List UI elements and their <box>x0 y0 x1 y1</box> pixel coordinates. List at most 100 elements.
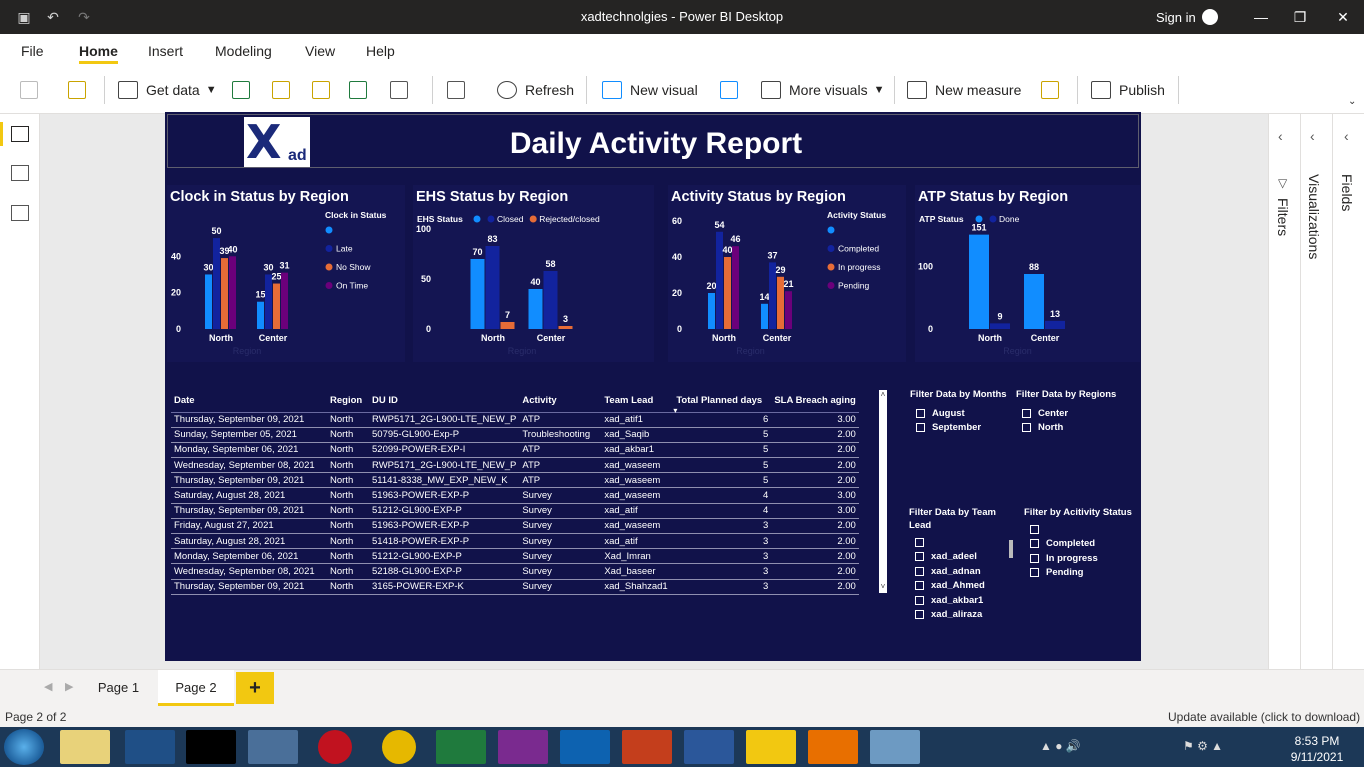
dataset-icon[interactable] <box>272 81 290 99</box>
restore-icon[interactable]: ❐ <box>1285 6 1315 28</box>
table-row[interactable]: Monday, September 06, 2021 North 51212-GL9… <box>171 548 859 565</box>
bar[interactable] <box>761 303 768 329</box>
column-header[interactable]: Date <box>171 390 327 413</box>
dataflow-icon[interactable] <box>312 81 330 99</box>
checkbox[interactable] <box>916 408 925 418</box>
legend-marker[interactable] <box>975 215 983 223</box>
slicer-scrollbar[interactable] <box>1009 540 1013 558</box>
tab-home[interactable]: Home <box>79 43 118 59</box>
text-box-icon[interactable] <box>720 81 738 99</box>
bar[interactable] <box>1024 274 1044 329</box>
slicer-item[interactable] <box>915 535 1020 550</box>
excel-icon[interactable] <box>436 730 486 764</box>
quick-measure-icon[interactable] <box>1041 81 1059 99</box>
checkbox[interactable] <box>1030 553 1039 563</box>
bar[interactable] <box>990 323 1010 329</box>
table-row[interactable]: Saturday, August 28, 2021 North 51418-POWE… <box>171 533 859 550</box>
bluetooth-icon[interactable] <box>125 730 175 764</box>
chevron-right-icon[interactable]: ▶ <box>65 680 73 693</box>
chevron-left-icon[interactable]: ◀ <box>44 680 52 693</box>
bar[interactable] <box>785 291 792 329</box>
bar[interactable] <box>732 246 739 329</box>
new-visual-button[interactable]: New visual <box>602 80 698 100</box>
bar[interactable] <box>528 289 543 329</box>
report-view-icon[interactable] <box>11 126 29 142</box>
chevron-left-icon[interactable]: ‹ <box>1310 128 1315 144</box>
bar[interactable] <box>281 272 288 329</box>
legend-marker[interactable] <box>827 263 835 271</box>
legend-marker[interactable] <box>325 263 333 271</box>
legend-marker[interactable] <box>827 226 835 234</box>
opera-icon[interactable] <box>318 730 352 764</box>
enter-data-icon[interactable] <box>349 81 367 99</box>
tab-view[interactable]: View <box>305 43 335 59</box>
table-row[interactable]: Sunday, September 05, 2021 North 50795-GL9… <box>171 427 859 443</box>
legend-marker[interactable] <box>827 282 835 289</box>
tab-insert[interactable]: Insert <box>148 43 183 59</box>
chevron-up-icon[interactable]: ˄ <box>879 390 887 400</box>
tab-file[interactable]: File <box>21 43 44 59</box>
bar[interactable] <box>257 301 264 329</box>
terminal-icon[interactable] <box>186 730 236 764</box>
page-tab[interactable]: Page 1 <box>82 670 155 706</box>
vlc-icon[interactable] <box>808 730 858 764</box>
chevron-left-icon[interactable]: ‹ <box>1278 128 1283 144</box>
chevron-down-icon[interactable]: ˅ <box>879 582 887 592</box>
checkbox[interactable] <box>1030 539 1039 549</box>
column-header[interactable]: Region <box>327 390 369 413</box>
column-header[interactable]: Activity <box>519 390 602 413</box>
refresh-button[interactable]: Refresh <box>497 80 574 100</box>
bar[interactable] <box>724 257 731 329</box>
legend-marker[interactable] <box>473 215 481 223</box>
activity-chart[interactable]: 0 20 40 60 20 54 40 46 North 14 37 29 21 Center Region… <box>668 185 906 362</box>
checkbox[interactable] <box>1022 423 1031 433</box>
tab-help[interactable]: Help <box>366 43 395 59</box>
legend-marker[interactable] <box>325 226 333 234</box>
legend-marker[interactable] <box>487 215 495 223</box>
onenote-icon[interactable] <box>498 730 548 764</box>
powerpoint-icon[interactable] <box>622 730 672 764</box>
checkbox[interactable] <box>915 610 924 619</box>
table-row[interactable]: Thursday, September 09, 2021 North 3165-PO… <box>171 579 859 595</box>
powerbi-icon[interactable] <box>746 730 796 764</box>
photos-icon[interactable] <box>870 730 920 764</box>
table-row[interactable]: Saturday, August 28, 2021 North 51963-POWE… <box>171 487 859 504</box>
table-row[interactable]: Wednesday, September 08, 2021 North 52188-… <box>171 563 859 580</box>
bar[interactable] <box>229 256 236 329</box>
legend-marker[interactable] <box>325 282 333 289</box>
checkbox[interactable] <box>1030 568 1039 578</box>
tab-modeling[interactable]: Modeling <box>215 43 272 59</box>
slicer-item[interactable] <box>1030 522 1134 537</box>
checkbox[interactable] <box>916 423 925 433</box>
transform-data-icon[interactable] <box>447 81 465 99</box>
slicer-item[interactable]: August <box>916 406 1010 421</box>
minimize-icon[interactable]: — <box>1246 6 1276 28</box>
legend-marker[interactable] <box>529 215 537 223</box>
keyboard-icon[interactable] <box>248 730 298 764</box>
close-icon[interactable]: ✕ <box>1328 6 1358 28</box>
bar[interactable] <box>205 274 212 329</box>
slicer-item[interactable]: Center <box>1022 406 1125 421</box>
page-tab-active[interactable]: Page 2 <box>158 670 234 706</box>
new-measure-button[interactable]: New measure <box>907 80 1021 100</box>
update-link[interactable]: Update available (click to download) <box>1168 710 1360 724</box>
legend-marker[interactable] <box>325 245 333 252</box>
paste-icon[interactable] <box>20 81 38 99</box>
checkbox[interactable] <box>915 537 924 547</box>
bar[interactable] <box>273 283 280 329</box>
bar[interactable] <box>470 259 485 329</box>
column-header[interactable]: DU ID <box>369 390 520 413</box>
collapse-ribbon-icon[interactable]: ⌄ <box>1348 96 1356 107</box>
slicer-item[interactable]: North <box>1022 421 1125 436</box>
bar[interactable] <box>1045 320 1065 329</box>
slicer-item[interactable]: xad_adeel <box>915 550 1020 565</box>
slicer-item[interactable]: xad_Ahmed <box>915 579 1020 594</box>
column-header[interactable]: Total Planned days ▾ <box>673 390 772 415</box>
more-visuals-button[interactable]: More visuals ▼ <box>761 80 884 100</box>
bar[interactable] <box>500 322 515 329</box>
recent-sources-icon[interactable] <box>390 81 408 99</box>
add-page-button[interactable]: + <box>236 672 274 704</box>
table-row[interactable]: Thursday, September 09, 2021 North 51212-G… <box>171 503 859 519</box>
checkbox[interactable] <box>1030 524 1039 534</box>
excel-icon[interactable] <box>232 81 250 99</box>
